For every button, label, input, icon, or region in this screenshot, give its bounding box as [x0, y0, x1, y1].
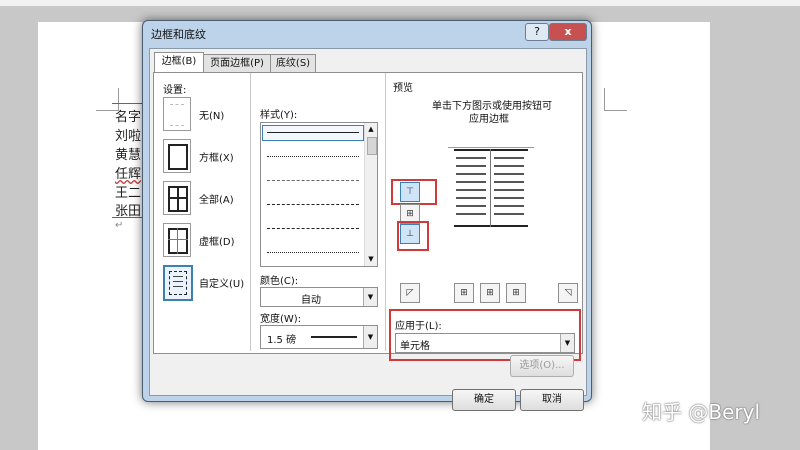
style-label: 样式(Y):: [260, 110, 298, 121]
paragraph-mark-icon: ↵: [115, 220, 124, 231]
apply-to-label: 应用于(L):: [395, 321, 442, 332]
tab-page-border[interactable]: 页面边框(P): [203, 54, 271, 72]
dialog-title: 边框和底纹: [151, 28, 206, 41]
help-button[interactable]: ?: [525, 23, 549, 41]
chevron-down-icon[interactable]: ▼: [363, 326, 377, 348]
close-button[interactable]: x: [549, 23, 587, 41]
scroll-thumb[interactable]: [367, 137, 377, 155]
preview-diagram[interactable]: [448, 139, 534, 235]
borders-panel: 设置: 无(N) 方框(X) 全部(A) 虚框(D) 自定义(U) 样式(Y):…: [153, 72, 583, 361]
tab-shading[interactable]: 底纹(S): [270, 54, 316, 72]
style-fine-dash[interactable]: [267, 180, 359, 181]
setting-custom-label[interactable]: 自定义(U): [199, 275, 244, 290]
style-item-selected[interactable]: [262, 125, 364, 141]
chevron-down-icon[interactable]: ▼: [363, 288, 377, 306]
margin-mark-right: [604, 88, 627, 111]
scroll-up-icon[interactable]: ▲: [365, 123, 377, 135]
doc-line-4[interactable]: 任辉: [115, 163, 141, 182]
scroll-down-icon[interactable]: ▼: [365, 253, 377, 265]
ok-button[interactable]: 确定: [452, 389, 516, 411]
dialog-titlebar[interactable]: 边框和底纹 ? x: [143, 21, 591, 45]
top-toolbar-strip: [0, 0, 800, 6]
border-top-button[interactable]: ⊤: [400, 182, 420, 202]
apply-to-select[interactable]: 单元格 ▼: [395, 333, 575, 353]
style-long-dash[interactable]: [267, 228, 359, 229]
setting-all-label[interactable]: 全部(A): [199, 191, 234, 206]
setting-box-icon[interactable]: [163, 139, 191, 173]
options-button[interactable]: 选项(O)...: [510, 355, 574, 377]
border-bottom-button[interactable]: ⊥: [400, 224, 420, 244]
dialog-client: 边框(B) 页面边框(P) 底纹(S) 设置: 无(N) 方框(X) 全部(A): [149, 48, 587, 411]
border-right-button[interactable]: ⊞: [506, 283, 526, 303]
cancel-button[interactable]: 取消: [520, 389, 584, 411]
width-value: 1.5 磅: [267, 335, 297, 346]
style-dash[interactable]: [267, 204, 359, 205]
style-dash-dot[interactable]: [267, 252, 359, 253]
style-dotted[interactable]: [267, 156, 359, 157]
width-select[interactable]: 1.5 磅 ▼: [260, 325, 378, 349]
style-list[interactable]: ▲ ▼: [260, 122, 378, 267]
chevron-down-icon[interactable]: ▼: [560, 334, 574, 352]
width-line-sample: [311, 336, 357, 338]
tab-borders[interactable]: 边框(B): [154, 52, 204, 72]
setting-custom-icon[interactable]: [163, 265, 193, 301]
diagonal-down-icon[interactable]: ◸: [400, 283, 420, 303]
setting-none-icon[interactable]: [163, 97, 191, 131]
diagonal-up-icon[interactable]: ◹: [558, 283, 578, 303]
border-left-button[interactable]: ⊞: [454, 283, 474, 303]
setting-box-label[interactable]: 方框(X): [199, 149, 234, 164]
apply-to-value: 单元格: [400, 341, 430, 352]
setting-all-icon[interactable]: [163, 181, 191, 215]
setting-label: 设置:: [163, 85, 187, 96]
setting-grid-icon[interactable]: [163, 223, 191, 257]
style-solid[interactable]: [267, 132, 359, 133]
doc-line-5[interactable]: 王二: [115, 182, 141, 201]
width-label: 宽度(W):: [260, 314, 302, 325]
setting-grid-label[interactable]: 虚框(D): [199, 233, 235, 248]
preview-hint-line2: 应用边框: [469, 114, 509, 125]
divider-2: [385, 73, 386, 351]
border-inside-vertical-button[interactable]: ⊞: [480, 283, 500, 303]
doc-line-1[interactable]: 名字: [115, 106, 141, 125]
watermark: 知乎 @Beryl: [642, 400, 760, 424]
style-scrollbar[interactable]: ▲ ▼: [364, 123, 377, 266]
setting-none-label[interactable]: 无(N): [199, 107, 224, 122]
doc-line-2[interactable]: 刘啦: [115, 125, 141, 144]
doc-line-3[interactable]: 黄慧: [115, 144, 141, 163]
color-label: 颜色(C):: [260, 276, 299, 287]
color-value: 自动: [301, 295, 321, 306]
divider-1: [250, 73, 251, 351]
color-select[interactable]: 自动 ▼: [260, 287, 378, 307]
preview-label: 预览: [393, 83, 413, 94]
borders-shading-dialog: 边框和底纹 ? x 边框(B) 页面边框(P) 底纹(S) 设置: 无(N) 方…: [142, 20, 592, 411]
